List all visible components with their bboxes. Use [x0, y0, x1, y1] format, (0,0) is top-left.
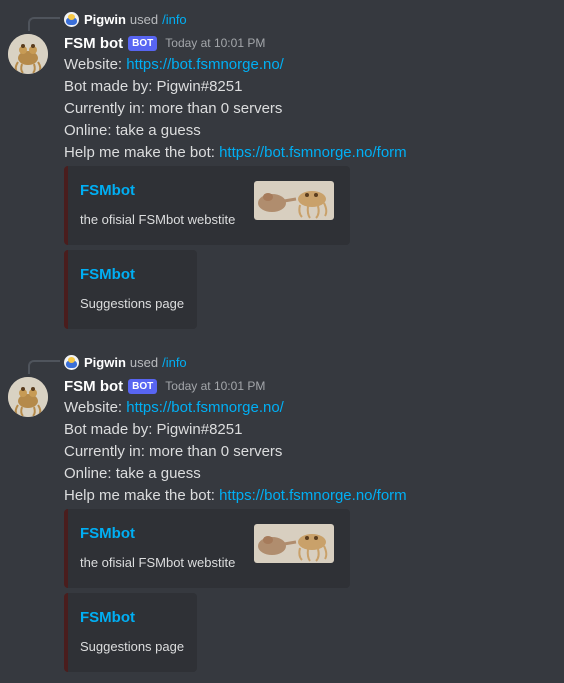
avatar[interactable]: [8, 377, 48, 417]
embed-website: FSMbot the ofisial FSMbot webstite: [64, 166, 350, 245]
reply-connector: [28, 17, 60, 31]
embed-title[interactable]: FSMbot: [80, 609, 135, 626]
content-line-online: Online: take a guess: [64, 122, 201, 139]
embed-suggestions: FSMbot Suggestions page: [64, 250, 197, 329]
embed-title[interactable]: FSMbot: [80, 266, 135, 283]
line-label: Help me make the bot:: [64, 487, 220, 504]
bot-badge: BOT: [128, 35, 158, 51]
website-link[interactable]: https://bot.fsmnorge.no/: [126, 399, 284, 416]
embed-description: the ofisial FSMbot webstite: [80, 212, 236, 227]
reply-used-text: used: [129, 354, 159, 370]
content-line-website: Website: https://bot.fsmnorge.no/: [64, 54, 554, 76]
content-line-website: Website: https://bot.fsmnorge.no/: [64, 397, 554, 419]
embed-description: Suggestions page: [80, 639, 185, 654]
content-line-servers: Currently in: more than 0 servers: [64, 443, 283, 460]
message-content: Website: https://bot.fsmnorge.no/ Bot ma…: [64, 397, 554, 507]
line-label: Website:: [64, 399, 127, 416]
line-label: Website:: [64, 56, 127, 73]
embed-description: Suggestions page: [80, 296, 185, 311]
message: Pigwin used /info FSM bot BOT Today at 1…: [0, 343, 564, 683]
content-line-help: Help me make the bot: https://bot.fsmnor…: [64, 485, 554, 507]
embed-thumbnail[interactable]: [254, 524, 334, 563]
reply-command[interactable]: /info: [162, 355, 187, 370]
timestamp[interactable]: Today at 10:01 PM: [165, 379, 265, 393]
avatar[interactable]: [8, 34, 48, 74]
reply-command[interactable]: /info: [162, 12, 187, 27]
message-header: FSM bot BOT Today at 10:01 PM: [64, 33, 265, 53]
message: Pigwin used /info FSM bot BOT Today at 1…: [0, 0, 564, 340]
content-line-author: Bot made by: Pigwin#8251: [64, 421, 243, 438]
reply-username[interactable]: Pigwin: [84, 355, 126, 370]
website-link[interactable]: https://bot.fsmnorge.no/: [126, 56, 284, 73]
reply-reference[interactable]: Pigwin used /info: [64, 10, 187, 28]
embed-website: FSMbot the ofisial FSMbot webstite: [64, 509, 350, 588]
message-content: Website: https://bot.fsmnorge.no/ Bot ma…: [64, 54, 554, 164]
bot-badge: BOT: [128, 378, 158, 394]
content-line-servers: Currently in: more than 0 servers: [64, 100, 283, 117]
reply-connector: [28, 360, 60, 374]
reply-avatar-icon[interactable]: [64, 11, 79, 27]
message-header: FSM bot BOT Today at 10:01 PM: [64, 376, 265, 396]
reply-avatar-icon[interactable]: [64, 354, 79, 370]
timestamp[interactable]: Today at 10:01 PM: [165, 36, 265, 50]
author-name[interactable]: FSM bot: [64, 35, 123, 52]
form-link[interactable]: https://bot.fsmnorge.no/form: [219, 487, 407, 504]
author-name[interactable]: FSM bot: [64, 378, 123, 395]
embed-thumbnail[interactable]: [254, 181, 334, 220]
line-label: Help me make the bot:: [64, 144, 220, 161]
reply-username[interactable]: Pigwin: [84, 12, 126, 27]
reply-reference[interactable]: Pigwin used /info: [64, 353, 187, 371]
embed-title[interactable]: FSMbot: [80, 182, 135, 199]
content-line-author: Bot made by: Pigwin#8251: [64, 78, 243, 95]
content-line-online: Online: take a guess: [64, 465, 201, 482]
reply-used-text: used: [129, 11, 159, 27]
embed-suggestions: FSMbot Suggestions page: [64, 593, 197, 672]
embed-title[interactable]: FSMbot: [80, 525, 135, 542]
embed-description: the ofisial FSMbot webstite: [80, 555, 236, 570]
form-link[interactable]: https://bot.fsmnorge.no/form: [219, 144, 407, 161]
content-line-help: Help me make the bot: https://bot.fsmnor…: [64, 142, 554, 164]
